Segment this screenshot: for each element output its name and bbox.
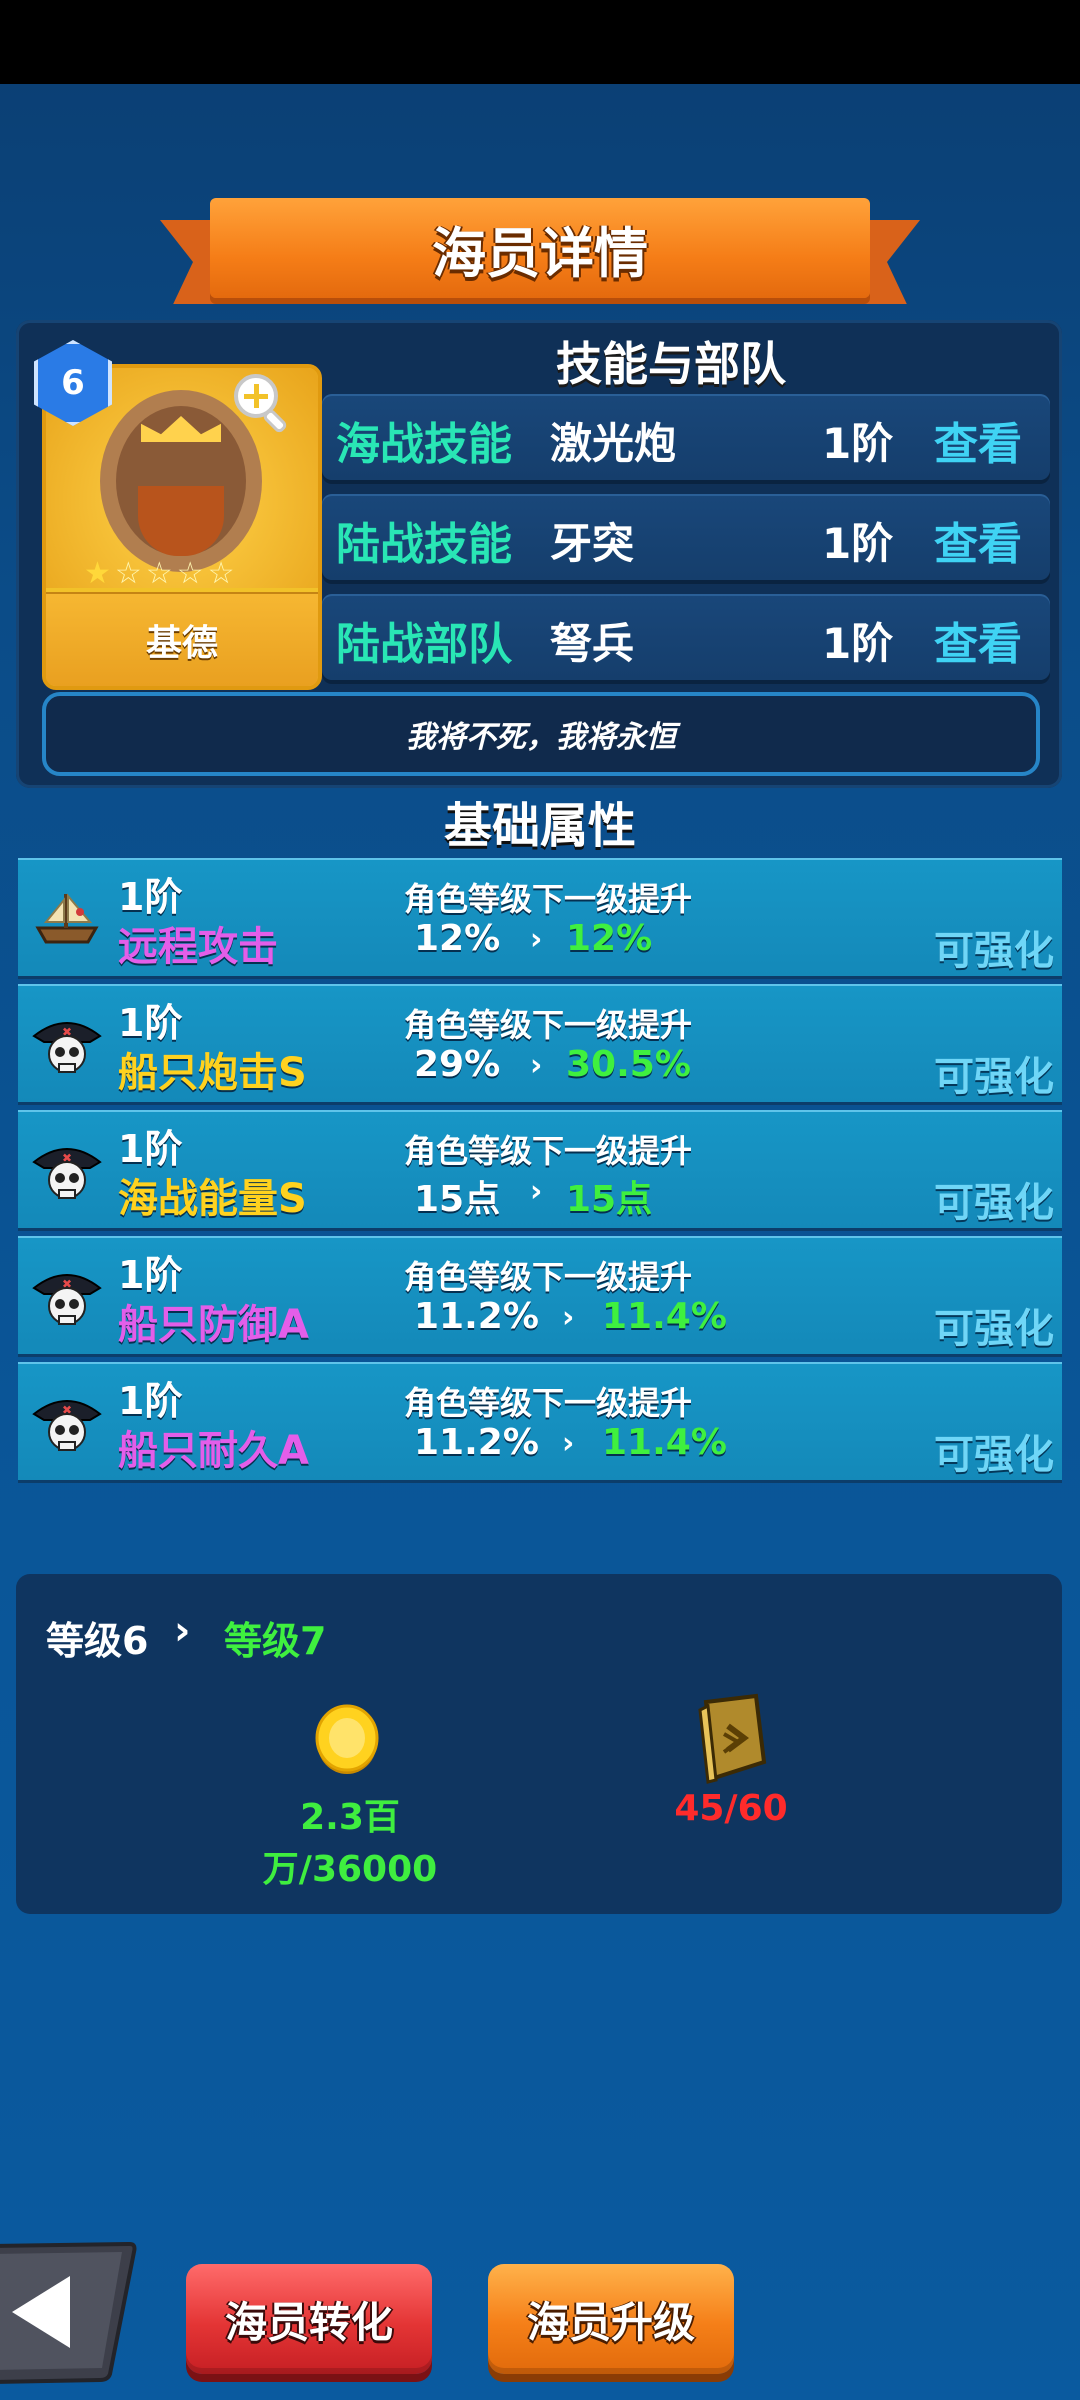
current-level: 等级6: [46, 1619, 149, 1663]
skill-name: 牙突: [550, 519, 635, 568]
upgrade-crew-label: 海员升级: [526, 2297, 695, 2347]
upgrade-attribute-button[interactable]: 可强化: [934, 1170, 1054, 1228]
attribute-hint: 角色等级下一级提升: [404, 1384, 693, 1422]
chevron-right-icon: ›: [530, 1048, 543, 1083]
chevron-right-icon: ›: [562, 1300, 575, 1335]
chevron-right-icon: ›: [530, 922, 543, 957]
convert-crew-button[interactable]: 海员转化: [186, 2264, 432, 2374]
skill-tier: 1阶: [822, 519, 894, 568]
star-icon-empty: ☆: [207, 556, 239, 591]
zoom-in-icon[interactable]: [230, 370, 294, 434]
skill-tier: 1阶: [822, 619, 894, 668]
view-skill-button[interactable]: 查看: [934, 508, 1022, 572]
pirate-skull-icon: ✖: [32, 1400, 102, 1451]
upgrade-crew-button[interactable]: 海员升级: [488, 2264, 734, 2374]
attribute-hint: 角色等级下一级提升: [404, 1258, 693, 1296]
upgrade-attribute-button[interactable]: 可强化: [934, 918, 1054, 976]
attribute-next: 11.4%: [602, 1296, 727, 1337]
attribute-name: 船只防御A: [118, 1302, 309, 1348]
skill-row-troops: 陆战部队 弩兵 1阶 查看: [322, 594, 1050, 680]
gold-cost: 2.3百万/36000: [262, 1797, 438, 1890]
star-icon-filled: ★: [84, 556, 115, 591]
attribute-current: 11.2%: [414, 1422, 539, 1463]
crew-panel: 6 ★☆☆☆☆ 基德 技能与部队 海战技能 激光炮 1阶 查看 陆战技能 牙突 …: [16, 320, 1062, 788]
attribute-name: 船只炮击S: [118, 1050, 307, 1096]
convert-crew-label: 海员转化: [224, 2297, 393, 2347]
attribute-row[interactable]: ✖ 1阶 海战能量S 角色等级下一级提升 15点 › 15点 可强化: [18, 1110, 1062, 1228]
attribute-next: 15点: [566, 1179, 653, 1220]
attribute-hint: 角色等级下一级提升: [404, 1006, 693, 1044]
attribute-name: 海战能量S: [118, 1176, 307, 1222]
attribute-tier: 1阶: [118, 1379, 183, 1423]
view-skill-button[interactable]: 查看: [934, 608, 1022, 672]
chevron-right-icon: ›: [562, 1426, 575, 1461]
attribute-row[interactable]: ✖ 1阶 船只炮击S 角色等级下一级提升 29% › 30.5% 可强化: [18, 984, 1062, 1102]
skill-category: 海战技能: [336, 419, 512, 470]
skill-category: 陆战技能: [336, 519, 512, 570]
attribute-current: 29%: [414, 1044, 501, 1085]
attribute-name: 船只耐久A: [118, 1428, 309, 1474]
skill-name: 弩兵: [550, 619, 635, 668]
skill-row-naval: 海战技能 激光炮 1阶 查看: [322, 394, 1050, 480]
pirate-skull-icon: ✖: [32, 1274, 102, 1325]
star-icon-empty: ☆: [114, 556, 146, 591]
chevron-right-icon: ›: [174, 1608, 191, 1654]
attribute-hint: 角色等级下一级提升: [404, 1132, 693, 1170]
attribute-next: 12%: [566, 918, 653, 959]
crew-quote-box: 我将不死，我将永恒: [42, 692, 1040, 776]
view-skill-button[interactable]: 查看: [934, 408, 1022, 472]
skill-name: 激光炮: [550, 419, 677, 468]
skill-tier: 1阶: [822, 419, 894, 468]
attribute-hint: 角色等级下一级提升: [404, 880, 693, 918]
upgrade-attribute-button[interactable]: 可强化: [934, 1044, 1054, 1102]
attribute-row[interactable]: ✖ 1阶 船只防御A 角色等级下一级提升 11.2% › 11.4% 可强化: [18, 1236, 1062, 1354]
star-rating: ★☆☆☆☆: [84, 556, 239, 591]
chevron-right-icon: ›: [530, 1174, 543, 1209]
attribute-tier: 1阶: [118, 1127, 183, 1171]
star-icon-empty: ☆: [145, 556, 177, 591]
gold-coin-icon: [315, 1704, 379, 1774]
attribute-name: 远程攻击: [118, 924, 278, 970]
attribute-current: 12%: [414, 918, 501, 959]
upgrade-attribute-button[interactable]: 可强化: [934, 1422, 1054, 1480]
attribute-current: 11.2%: [414, 1296, 539, 1337]
skill-category: 陆战部队: [336, 619, 512, 670]
ship-icon: [35, 893, 99, 944]
attribute-current: 15点: [414, 1179, 501, 1220]
banner-ribbon: 海员详情: [210, 198, 870, 298]
crew-name-bar: 基德: [46, 592, 318, 686]
title-banner: 海员详情: [160, 198, 920, 316]
attribute-tier: 1阶: [118, 875, 183, 919]
attribute-row[interactable]: 1阶 远程攻击 角色等级下一级提升 12% › 12% 可强化: [18, 858, 1062, 976]
crew-quote: 我将不死，我将永恒: [406, 720, 676, 755]
pirate-skull-icon: ✖: [32, 1148, 102, 1199]
crew-level: 6: [61, 363, 85, 403]
page-title: 海员详情: [432, 221, 648, 285]
upgrade-book-icon: [698, 1693, 767, 1784]
attribute-row[interactable]: ✖ 1阶 船只耐久A 角色等级下一级提升 11.2% › 11.4% 可强化: [18, 1362, 1062, 1480]
attribute-next: 30.5%: [566, 1044, 691, 1085]
upgrade-attribute-button[interactable]: 可强化: [934, 1296, 1054, 1354]
crew-name: 基德: [145, 623, 218, 664]
star-icon-empty: ☆: [176, 556, 208, 591]
pirate-skull-icon: ✖: [32, 1022, 102, 1073]
skills-title: 技能与部队: [556, 337, 786, 391]
next-level: 等级7: [224, 1619, 327, 1663]
attribute-tier: 1阶: [118, 1253, 183, 1297]
skill-row-land: 陆战技能 牙突 1阶 查看: [322, 494, 1050, 580]
book-cost: 45/60: [674, 1788, 788, 1829]
back-button[interactable]: [0, 2236, 140, 2386]
attribute-next: 11.4%: [602, 1422, 727, 1463]
attribute-tier: 1阶: [118, 1001, 183, 1045]
upgrade-cost-panel: 等级6 › 等级7 2.3百万/36000 45/60: [16, 1574, 1062, 1914]
status-bar: [0, 0, 1080, 84]
attributes-title: 基础属性: [443, 798, 636, 854]
